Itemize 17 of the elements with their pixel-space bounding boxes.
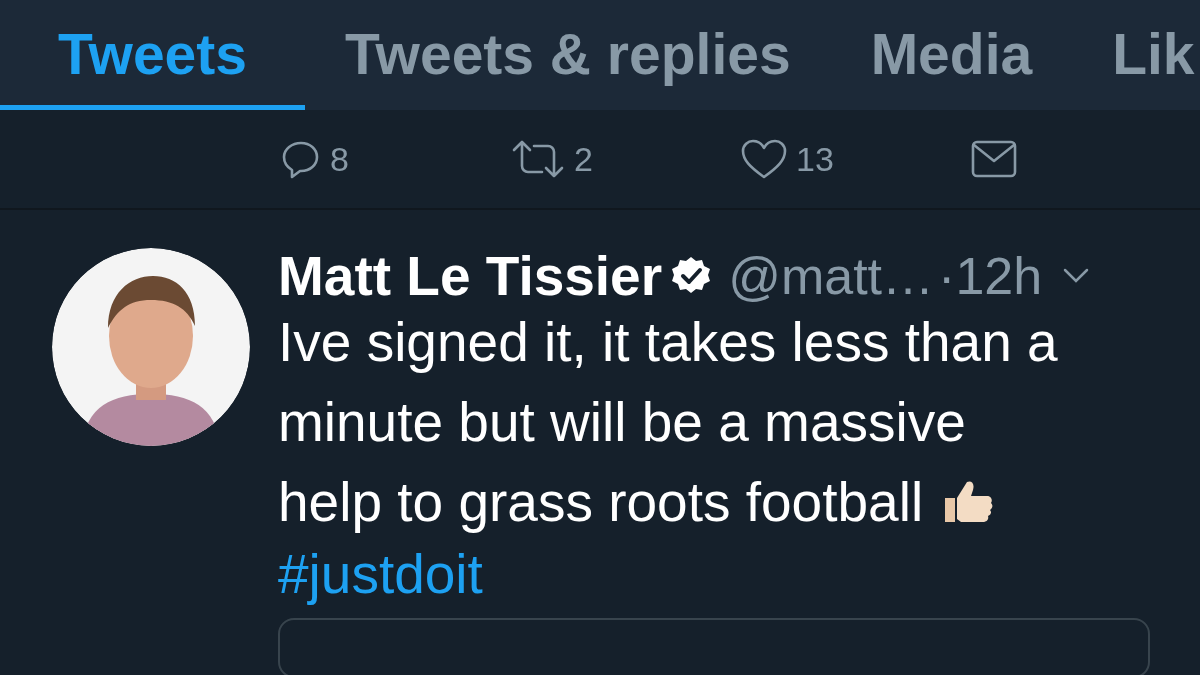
tweet-text-line: minute but will be a massive <box>278 390 966 455</box>
profile-tab[interactable]: Media <box>830 0 1073 110</box>
action-count: 13 <box>796 138 834 180</box>
action-count: 2 <box>574 138 593 180</box>
profile-tab[interactable]: Tweets <box>0 0 305 110</box>
hashtag-link[interactable]: #justdoit <box>278 542 483 606</box>
chevron-down-icon[interactable] <box>1062 267 1091 285</box>
author-handle: @matt… <box>728 246 935 307</box>
tweet-text-line: help to grass roots football <box>278 470 924 535</box>
retweet-icon[interactable] <box>510 138 566 180</box>
tweet-time: 12h <box>955 246 1043 307</box>
mail-icon[interactable] <box>970 139 1018 179</box>
profile-tab[interactable]: Lik <box>1072 0 1200 110</box>
heart-icon[interactable] <box>740 138 788 180</box>
action-count: 8 <box>330 138 349 180</box>
separator-dot: · <box>938 246 956 307</box>
profile-tab[interactable]: Tweets & replies <box>305 0 831 110</box>
